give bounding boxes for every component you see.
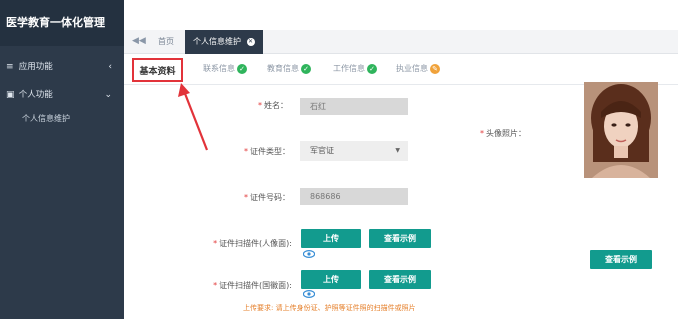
id-type-select[interactable]: 军官证 ▼: [300, 141, 408, 161]
scan-back-label: * 证件扫描件(国徽面):: [213, 281, 292, 290]
photo-label: * 头像照片：: [480, 129, 526, 138]
example-photo-button[interactable]: 查看示例: [590, 250, 652, 269]
id-number-label: * 证件号码：: [244, 193, 290, 202]
name-field[interactable]: 石红: [300, 98, 408, 115]
scan-front-label: * 证件扫描件(人像面):: [213, 239, 292, 248]
upload-back-button[interactable]: 上传: [301, 270, 361, 289]
id-type-value: 军官证: [310, 146, 334, 155]
avatar-photo: [584, 82, 658, 178]
id-number-field[interactable]: 868686: [300, 188, 408, 205]
caret-down-icon: ▼: [395, 147, 400, 154]
name-label: * 姓名：: [258, 101, 288, 110]
upload-hint: 上传要求: 请上传身份证、护照等证件照的扫描件或照片: [243, 304, 416, 312]
eye-icon[interactable]: [303, 290, 315, 298]
id-type-label: * 证件类型：: [244, 147, 290, 156]
example-front-button[interactable]: 查看示例: [369, 229, 431, 248]
upload-front-button[interactable]: 上传: [301, 229, 361, 248]
example-back-button[interactable]: 查看示例: [369, 270, 431, 289]
avatar-image: [584, 82, 658, 178]
eye-icon[interactable]: [303, 250, 315, 258]
